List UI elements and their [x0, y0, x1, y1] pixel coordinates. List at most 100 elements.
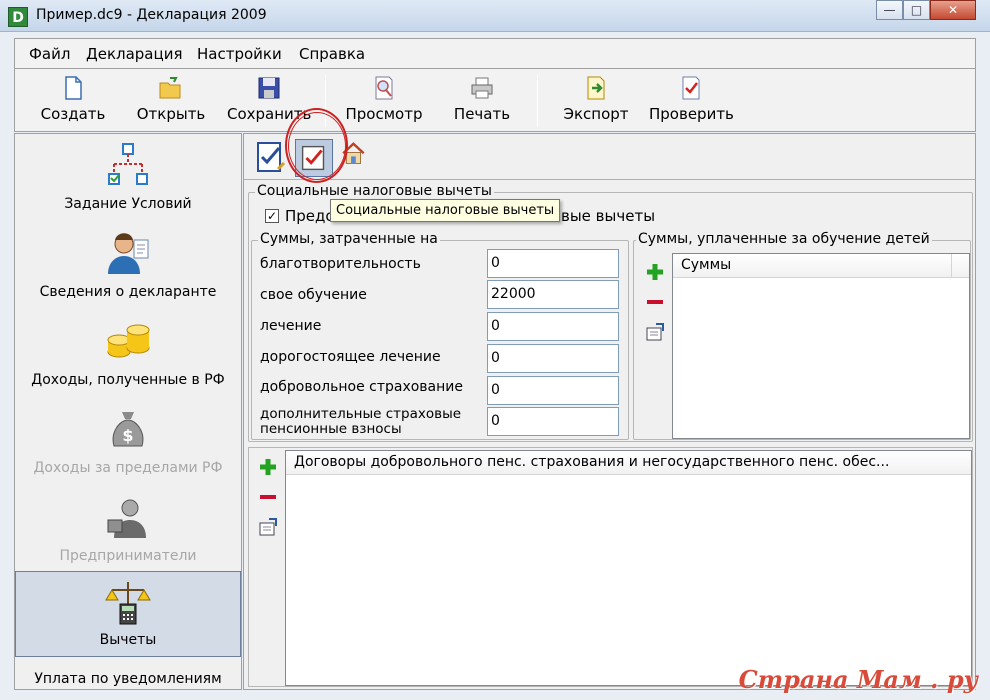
pension-contracts-list[interactable]: Договоры добровольного пенс. страхования… — [285, 450, 972, 686]
sidebar-item-label: Уплата по уведомлениям — [34, 671, 222, 687]
treatment-field[interactable]: 0 — [487, 312, 619, 341]
own-education-field[interactable]: 22000 — [487, 280, 619, 309]
children-group-title: Суммы, уплаченные за обучение детей — [636, 231, 932, 247]
remove-icon[interactable] — [644, 291, 666, 313]
export-label: Экспорт — [563, 105, 629, 123]
sidebar-item-declarant[interactable]: Сведения о декларанте — [15, 230, 241, 308]
print-label: Печать — [453, 105, 511, 123]
checkbox-label-end: вые вычеты — [561, 207, 656, 225]
column-label: Договоры добровольного пенс. страхования… — [294, 454, 890, 470]
pension-contributions-field[interactable]: 0 — [487, 407, 619, 436]
export-icon — [587, 76, 605, 100]
export-button[interactable]: Экспорт — [554, 75, 638, 123]
children-sums-column-header[interactable]: Суммы — [673, 254, 969, 278]
sidebar-item-conditions[interactable]: Задание Условий — [15, 142, 241, 220]
main-toolbar: Создать Открыть Сохранить Просмотр Печат… — [14, 68, 976, 132]
create-button[interactable]: Создать — [31, 75, 115, 123]
property-deductions-button[interactable] — [340, 139, 378, 177]
column-divider — [951, 254, 952, 277]
sidebar-item-entrepreneurs[interactable]: Предприниматели — [15, 494, 241, 572]
preview-button[interactable]: Просмотр — [342, 75, 426, 123]
open-label: Открыть — [136, 105, 206, 123]
social-deductions-icon — [301, 145, 325, 171]
coins-icon — [107, 324, 150, 358]
charity-label: благотворительность — [260, 256, 421, 272]
sidebar-item-label: Доходы за пределами РФ — [33, 460, 223, 476]
apply-deductions-checkbox[interactable]: ✓ — [265, 209, 279, 223]
menu-file[interactable]: Файл — [29, 45, 70, 63]
create-label: Создать — [40, 105, 106, 123]
house-icon — [342, 142, 365, 164]
sidebar-item-income-rf[interactable]: Доходы, полученные в РФ — [15, 318, 241, 396]
maximize-button[interactable]: □ — [903, 0, 930, 20]
expensive-treatment-field[interactable]: 0 — [487, 344, 619, 373]
sums-group-title: Суммы, затраченные на — [258, 231, 440, 247]
sidebar-item-deductions[interactable]: Вычеты — [15, 571, 241, 657]
printer-icon — [471, 77, 493, 99]
conditions-tree-icon — [108, 143, 148, 185]
check-label: Проверить — [649, 105, 734, 123]
column-label: Суммы — [681, 257, 732, 273]
edit-icon[interactable] — [644, 321, 666, 343]
toolbar-separator — [325, 75, 326, 127]
money-bag-icon: $ — [112, 412, 144, 447]
social-group-title: Социальные налоговые вычеты — [255, 183, 494, 199]
sidebar-item-label: Предприниматели — [59, 548, 197, 564]
expensive-treatment-label: дорогостоящее лечение — [260, 349, 441, 365]
check-document-icon — [682, 76, 700, 100]
window-title: Пример.dc9 - Декларация 2009 — [36, 7, 267, 23]
sidebar-item-label: Доходы, полученные в РФ — [31, 372, 225, 388]
tooltip: Социальные налоговые вычеты — [330, 199, 561, 222]
watermark: Страна Мам . ру — [738, 665, 978, 694]
treatment-label: лечение — [260, 318, 322, 334]
deductions-toolbar — [244, 134, 975, 180]
person-icon — [108, 233, 149, 274]
scales-calculator-icon — [105, 582, 151, 625]
new-document-icon — [65, 76, 82, 100]
minimize-button[interactable]: — — [876, 0, 903, 20]
open-folder-icon — [159, 77, 181, 99]
sidebar-item-income-abroad[interactable]: $ Доходы за пределами РФ — [15, 406, 241, 484]
menu-help[interactable]: Справка — [299, 45, 365, 63]
contracts-column-header[interactable]: Договоры добровольного пенс. страхования… — [286, 451, 971, 475]
children-education-group: Суммы, уплаченные за обучение детей Сумм… — [633, 231, 971, 440]
checkbox-label-start: Предо — [285, 207, 335, 225]
sidebar-item-label: Задание Условий — [64, 196, 192, 212]
preview-magnifier-icon — [375, 76, 393, 100]
children-sums-list[interactable]: Суммы — [672, 253, 970, 439]
standard-deductions-button[interactable] — [252, 139, 290, 177]
menu-settings[interactable]: Настройки — [197, 45, 282, 63]
sidebar-item-payments[interactable]: Уплата по уведомлениям — [15, 669, 241, 689]
check-button[interactable]: Проверить — [649, 75, 734, 123]
navigation-sidebar: Задание Условий Сведения о декларанте До… — [14, 133, 242, 690]
title-bar: D Пример.dc9 - Декларация 2009 — □ ✕ — [0, 0, 990, 32]
add-icon[interactable] — [257, 456, 279, 478]
save-disk-icon — [258, 77, 280, 99]
menu-bar: Файл Декларация Настройки Справка — [14, 38, 976, 68]
checklist-icon — [257, 142, 286, 172]
voluntary-insurance-label: добровольное страхование — [260, 379, 463, 395]
remove-icon[interactable] — [257, 486, 279, 508]
sidebar-item-label: Сведения о декларанте — [39, 284, 217, 300]
add-icon[interactable] — [644, 261, 666, 283]
svg-text:$: $ — [122, 426, 133, 445]
edit-icon[interactable] — [257, 516, 279, 538]
charity-field[interactable]: 0 — [487, 249, 619, 278]
print-button[interactable]: Печать — [440, 75, 524, 123]
sums-spent-group: Суммы, затраченные на благотворительност… — [251, 231, 629, 440]
toolbar-separator — [537, 75, 538, 127]
open-button[interactable]: Открыть — [129, 75, 213, 123]
save-label: Сохранить — [227, 105, 312, 123]
app-icon: D — [8, 7, 28, 27]
social-deductions-button[interactable] — [295, 139, 333, 177]
menu-declaration[interactable]: Декларация — [86, 45, 182, 63]
own-education-label: свое обучение — [260, 287, 367, 303]
pension-contributions-label: дополнительные страховые пенсионные взно… — [260, 406, 462, 437]
voluntary-insurance-field[interactable]: 0 — [487, 376, 619, 405]
save-button[interactable]: Сохранить — [227, 75, 311, 123]
app-window: D Пример.dc9 - Декларация 2009 — □ ✕ Фай… — [0, 0, 990, 700]
businessman-icon — [107, 499, 146, 538]
close-button[interactable]: ✕ — [930, 0, 976, 20]
social-deductions-group: Социальные налоговые вычеты ✓ Предо вые … — [248, 183, 973, 442]
sidebar-item-label: Вычеты — [99, 632, 157, 648]
